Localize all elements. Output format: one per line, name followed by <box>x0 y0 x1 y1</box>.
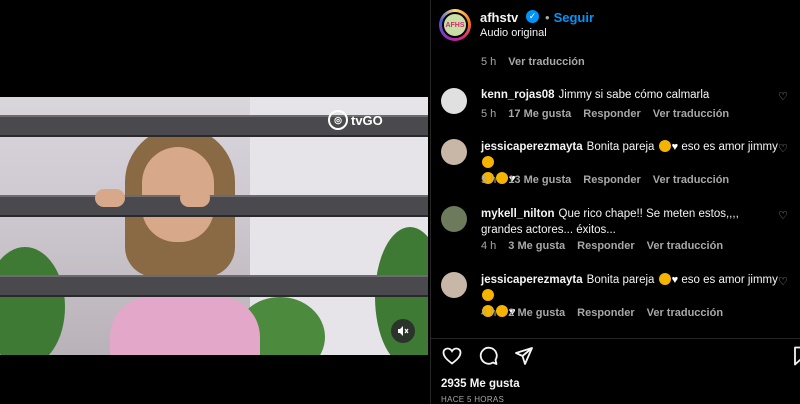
follow-button[interactable]: • Seguir <box>545 10 594 25</box>
heart-icon <box>442 347 462 365</box>
muted-speaker-icon <box>398 326 409 336</box>
comment-meta: 5 h Ver traducción <box>481 56 585 68</box>
comment-text: kenn_rojas08 Jimmy si sabe cómo calmarla <box>481 87 781 103</box>
comment-avatar[interactable] <box>441 139 467 165</box>
post-likes-count[interactable]: 2935 Me gusta <box>441 378 520 390</box>
follow-label: Seguir <box>553 10 595 25</box>
comment-body-continued: eso es amor jimmy <box>681 141 778 153</box>
comment-username[interactable]: jessicaperezmayta <box>481 274 583 286</box>
white-heart-emoji-icon: ♥ <box>671 274 679 286</box>
comment-time: 5 h <box>481 56 497 68</box>
comment-username[interactable]: kenn_rojas08 <box>481 89 555 101</box>
hand-left <box>95 189 125 207</box>
comment-likes[interactable]: 17 Me gusta <box>508 108 571 120</box>
comment-meta: 4 h 2 Me gusta Responder Ver traducción <box>481 307 723 319</box>
smile-emoji-icon <box>482 289 494 301</box>
comment-button[interactable] <box>477 345 499 367</box>
translate-button[interactable]: Ver traducción <box>647 307 723 319</box>
post-timestamp: HACE 5 HORAS <box>441 395 505 404</box>
separator-dot: • <box>545 10 550 25</box>
comment-text: mykell_nilton Que rico chape!! Se meten e… <box>481 206 781 238</box>
comment-meta: 5 h 17 Me gusta Responder Ver traducción <box>481 108 729 120</box>
channel-logo-icon: ◎ <box>328 110 348 130</box>
comment-likes[interactable]: 2 Me gusta <box>508 307 565 319</box>
comment-like-heart-icon[interactable]: ♡ <box>778 90 788 103</box>
comment-time: 4 h <box>481 307 497 319</box>
comment-like-heart-icon[interactable]: ♡ <box>778 209 788 222</box>
channel-logo: ◎ tvGO <box>328 109 383 131</box>
audio-link[interactable]: Audio original <box>480 27 547 39</box>
comment-time: 5 h <box>481 108 497 120</box>
comment-time: 4 h <box>481 240 497 252</box>
comment-likes[interactable]: 13 Me gusta <box>508 174 571 186</box>
like-button[interactable] <box>441 345 463 367</box>
reply-button[interactable]: Responder <box>583 174 640 186</box>
comment-likes[interactable]: 3 Me gusta <box>508 240 565 252</box>
comment-body-continued: eso es amor jimmy <box>681 274 778 286</box>
comment-body: Bonita pareja <box>586 141 655 153</box>
railing-bar-3 <box>0 275 428 297</box>
comment-meta: 4 h 3 Me gusta Responder Ver traducción <box>481 240 723 252</box>
hand-right <box>180 189 210 207</box>
railing-bar-2 <box>0 195 428 217</box>
mute-button[interactable] <box>391 319 415 343</box>
smiling-hearts-emoji-icon <box>658 140 671 152</box>
comment-like-heart-icon[interactable]: ♡ <box>778 275 788 288</box>
translate-button[interactable]: Ver traducción <box>653 108 729 120</box>
video-player[interactable]: ◎ tvGO <box>0 97 428 355</box>
reply-button[interactable]: Responder <box>577 240 634 252</box>
smile-emoji-icon <box>482 156 494 168</box>
author-username[interactable]: afhstv <box>480 10 518 25</box>
reply-button[interactable]: Responder <box>583 108 640 120</box>
translate-button[interactable]: Ver traducción <box>508 56 584 68</box>
comment-meta: 5 h 13 Me gusta Responder Ver traducción <box>481 174 729 186</box>
comment-avatar[interactable] <box>441 272 467 298</box>
comment-username[interactable]: jessicaperezmayta <box>481 141 583 153</box>
reply-button[interactable]: Responder <box>577 307 634 319</box>
comment-avatar[interactable] <box>441 88 467 114</box>
channel-logo-text: tvGO <box>351 112 383 128</box>
smiling-hearts-emoji-icon <box>658 273 671 285</box>
actions-divider <box>431 338 800 339</box>
comment-icon <box>479 346 498 365</box>
person-body <box>110 297 260 355</box>
comments-list: 5 h Ver traducción kenn_rojas08 Jimmy si … <box>431 50 800 338</box>
verified-badge-icon: ✓ <box>526 10 539 23</box>
comment-body: Jimmy si sabe cómo calmarla <box>558 89 710 101</box>
author-avatar[interactable]: AFHS <box>439 9 471 41</box>
comment-body: Bonita pareja <box>586 274 655 286</box>
bookmark-icon[interactable] <box>793 346 800 366</box>
translate-button[interactable]: Ver traducción <box>653 174 729 186</box>
comment-time: 5 h <box>481 174 497 186</box>
comment-username[interactable]: mykell_nilton <box>481 208 555 220</box>
comment-avatar[interactable] <box>441 206 467 232</box>
post-header: AFHS afhstv ✓ • Seguir Audio original <box>431 0 800 50</box>
comment-like-heart-icon[interactable]: ♡ <box>778 142 788 155</box>
share-button[interactable] <box>513 345 535 367</box>
video-panel: ◎ tvGO <box>0 0 430 404</box>
post-actions <box>441 345 535 367</box>
plant-left <box>0 247 65 355</box>
author-avatar-image: AFHS <box>442 12 468 38</box>
white-heart-emoji-icon: ♥ <box>671 141 679 153</box>
share-icon <box>515 347 533 365</box>
translate-button[interactable]: Ver traducción <box>647 240 723 252</box>
